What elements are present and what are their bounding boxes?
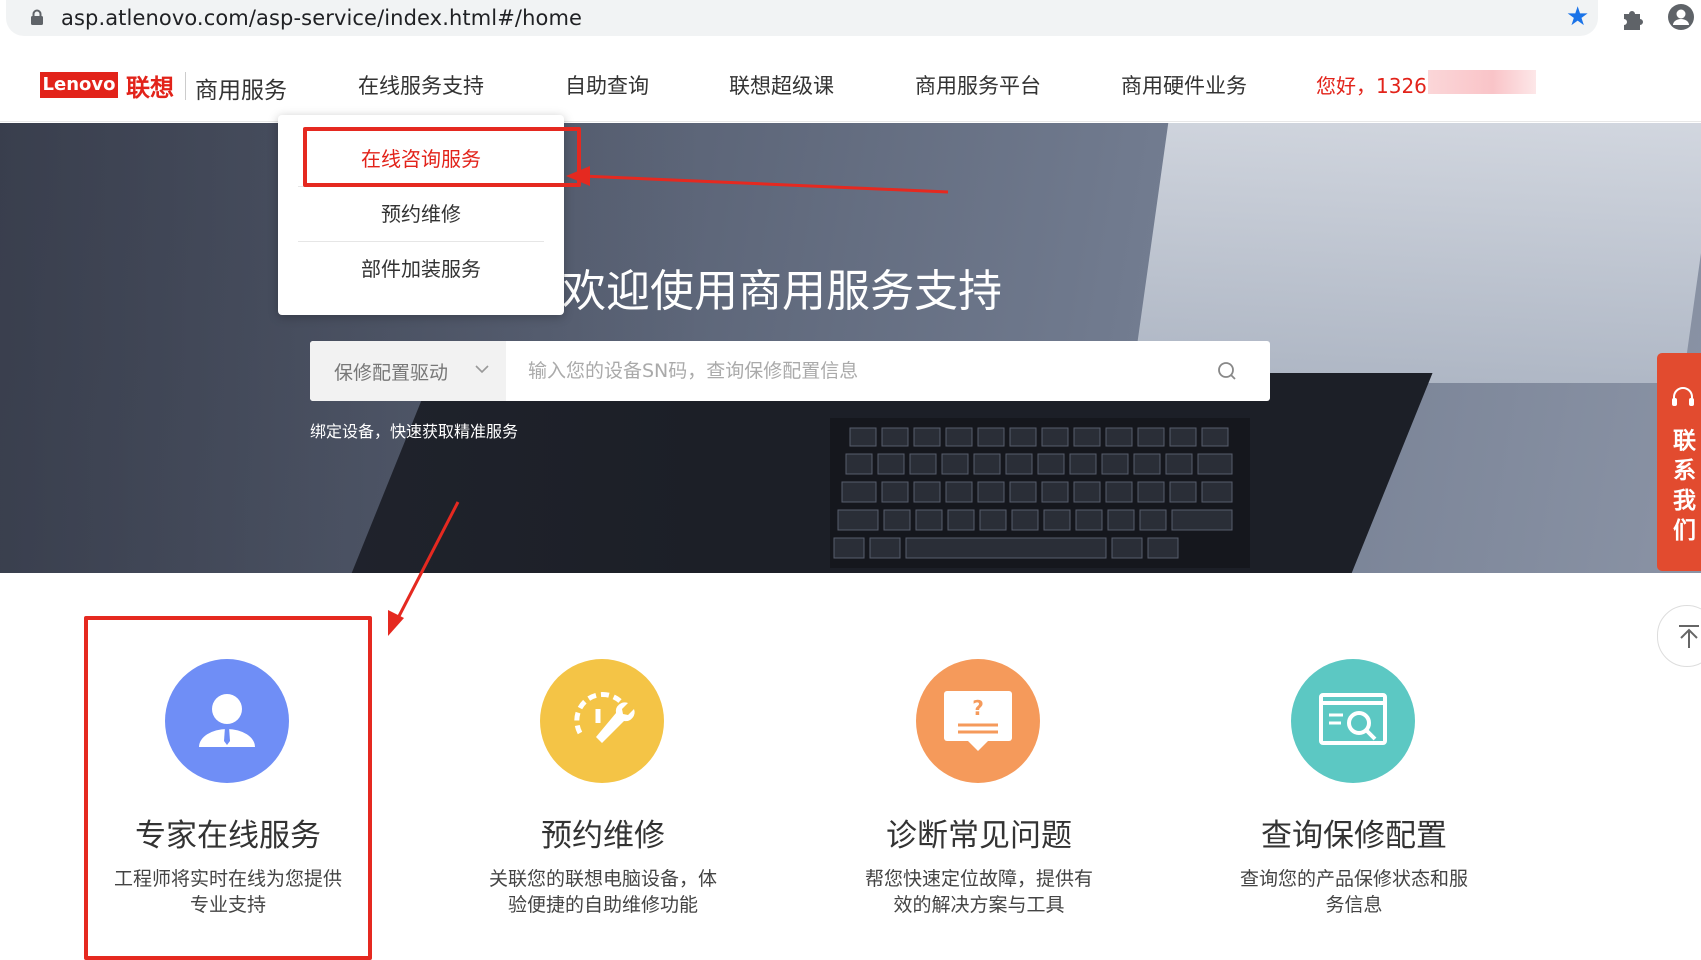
- redacted-phone: [1428, 70, 1536, 94]
- search-bar: 保修配置驱动: [310, 341, 1270, 401]
- menu-item-repair-booking[interactable]: 预约维修: [298, 187, 544, 241]
- svg-text:?: ?: [972, 696, 984, 720]
- warranty-search-icon: [1319, 693, 1387, 745]
- contact-label-char: 我: [1673, 488, 1696, 514]
- url-text[interactable]: asp.atlenovo.com/asp-service/index.html#…: [61, 6, 582, 30]
- card-icon-circle: ?: [916, 659, 1040, 783]
- annotation-highlight-box: [303, 127, 581, 187]
- faq-icon: ?: [944, 691, 1012, 751]
- nav-service-platform[interactable]: 商用服务平台: [915, 70, 1041, 100]
- nav-super-course[interactable]: 联想超级课: [729, 70, 834, 100]
- nav-self-query[interactable]: 自助查询: [565, 70, 649, 100]
- back-to-top-button[interactable]: [1657, 605, 1701, 667]
- extensions-puzzle-icon[interactable]: [1620, 5, 1646, 31]
- bookmark-star-icon[interactable]: ★: [1566, 4, 1589, 30]
- card-title: 预约维修: [541, 818, 665, 854]
- service-card-repair[interactable]: 预约维修 关联您的联想电脑设备，体验便捷的自助维修功能: [453, 630, 753, 950]
- address-bar[interactable]: asp.atlenovo.com/asp-service/index.html#…: [6, 0, 1598, 36]
- bind-device-link[interactable]: 绑定设备，快速获取精准服务: [310, 418, 518, 442]
- profile-avatar-icon[interactable]: [1667, 3, 1695, 31]
- card-description: 关联您的联想电脑设备，体验便捷的自助维修功能: [488, 868, 717, 916]
- nav-hardware-business[interactable]: 商用硬件业务: [1121, 70, 1247, 100]
- lock-icon: [31, 9, 43, 25]
- service-card-faq[interactable]: ? 诊断常见问题 帮您快速定位故障，提供有效的解决方案与工具: [829, 630, 1129, 950]
- keyboard-illustration: [830, 418, 1250, 568]
- lenovo-logo[interactable]: Lenovo: [40, 72, 118, 98]
- annotation-highlight-box: [84, 616, 372, 960]
- site-subtitle[interactable]: 商用服务: [195, 71, 287, 105]
- card-description: 帮您快速定位故障，提供有效的解决方案与工具: [864, 868, 1093, 916]
- browser-toolbar: asp.atlenovo.com/asp-service/index.html#…: [0, 0, 1701, 38]
- search-icon[interactable]: [1215, 359, 1239, 383]
- card-title: 查询保修配置: [1261, 818, 1447, 854]
- repair-icon: [574, 692, 635, 743]
- search-type-label: 保修配置驱动: [334, 362, 449, 384]
- contact-label-char: 系: [1673, 458, 1696, 484]
- headset-icon: [1672, 387, 1694, 406]
- user-greeting[interactable]: 您好，1326: [1316, 70, 1427, 99]
- lenovo-logo-cn[interactable]: 联想: [126, 68, 174, 103]
- arrow-up-icon: [1679, 625, 1699, 648]
- menu-item-parts-upgrade[interactable]: 部件加装服务: [298, 242, 544, 296]
- contact-us-tab[interactable]: 联 系 我 们: [1657, 353, 1701, 571]
- hero-title: 欢迎使用商用服务支持: [562, 266, 1002, 317]
- logo-divider: [185, 72, 186, 100]
- contact-label-char: 们: [1673, 518, 1696, 544]
- card-icon-circle: [1291, 659, 1415, 783]
- chevron-down-icon: [475, 365, 489, 374]
- site-header: Lenovo 联想 商用服务 在线服务支持 自助查询 联想超级课 商用服务平台 …: [0, 44, 1701, 122]
- nav-online-support[interactable]: 在线服务支持: [358, 70, 484, 100]
- hero-banner: 欢迎使用商用服务支持 保修配置驱动 绑定设备，快速获取精准服务: [0, 123, 1701, 573]
- service-card-warranty[interactable]: 查询保修配置 查询您的产品保修状态和服务信息: [1204, 630, 1504, 950]
- sn-search-input[interactable]: [528, 341, 1208, 401]
- online-support-dropdown: 在线咨询服务 预约维修 部件加装服务: [278, 115, 581, 315]
- search-type-select[interactable]: 保修配置驱动: [310, 341, 506, 401]
- card-icon-circle: [540, 659, 664, 783]
- card-description: 查询您的产品保修状态和服务信息: [1239, 868, 1468, 916]
- card-title: 诊断常见问题: [886, 818, 1072, 854]
- contact-label-char: 联: [1673, 428, 1696, 454]
